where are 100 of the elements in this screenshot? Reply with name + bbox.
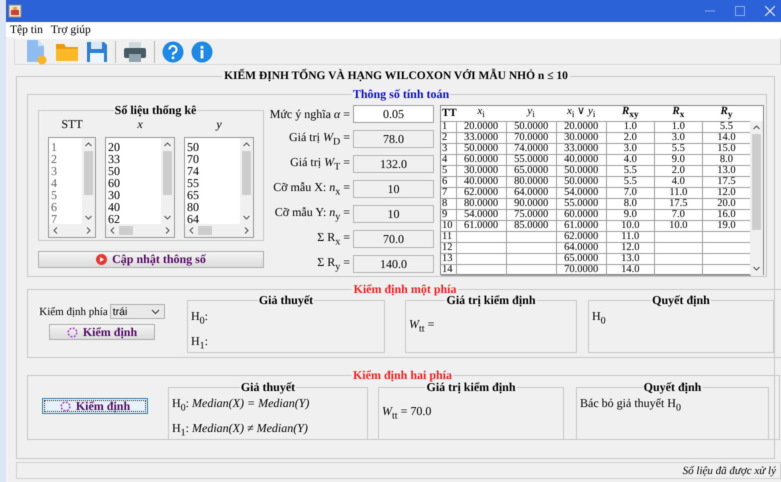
menu-item[interactable]: Tệp tin <box>10 24 43 36</box>
column-header: x <box>137 117 143 131</box>
field-label: Cỡ mẫu X: n$_{x}$ = <box>273 180 350 198</box>
app-icon <box>8 4 22 18</box>
table-cell: 5 <box>442 166 448 176</box>
box-title: Giá trị kiểm định <box>446 293 536 307</box>
column-header: y <box>216 117 222 131</box>
column-header: x$_{i}$ ∨ y$_{i}$ <box>556 106 606 122</box>
box-title: Quyết định <box>642 380 702 394</box>
table-cell: 5.5 <box>672 144 685 154</box>
field-label: Σ R$_{x}$ = <box>317 230 350 248</box>
horizontal-scrollbar[interactable] <box>106 224 174 237</box>
column-header: STT <box>61 117 83 131</box>
hypothesis-text: H$_{0}$: Median(X) = Median(Y) <box>172 396 310 416</box>
column-header: R$_{y}$ <box>702 106 750 122</box>
value-field[interactable]: 10 <box>353 180 434 198</box>
value-field[interactable]: 70.0 <box>353 230 434 248</box>
list-item[interactable]: 5 <box>51 189 82 201</box>
list-item[interactable]: 30 <box>108 189 161 201</box>
table-cell: 5.5 <box>624 178 637 186</box>
list-item[interactable]: 3 <box>51 165 82 177</box>
test-value-text: W$_{tt}$ = <box>409 317 436 334</box>
list-item[interactable]: 33 <box>108 153 161 165</box>
status-text: Số liệu đã được xử lý <box>682 464 776 476</box>
hypothesis-text: H$_{0}$: <box>191 309 210 328</box>
vertical-scrollbar[interactable] <box>240 138 253 224</box>
decision-text: H$_{0}$ <box>592 309 607 326</box>
section-title: Thông số tính toán <box>352 87 450 101</box>
test-button[interactable]: Kiểm định <box>49 324 155 340</box>
horizontal-scrollbar[interactable] <box>185 224 253 237</box>
hypothesis-text: H$_{1}$: <box>191 334 210 354</box>
value-field[interactable]: 0.05 <box>353 105 434 123</box>
column-header: x$_{i}$ <box>456 106 506 122</box>
update-button[interactable]: Cập nhật thông số <box>38 251 264 268</box>
printer-icon[interactable] <box>123 40 147 62</box>
save-icon[interactable] <box>86 40 108 62</box>
data-list[interactable]: 1 2 3 4 5 6 7 <box>48 137 96 238</box>
box-title: Giả thuyết <box>258 293 314 307</box>
value-field[interactable]: 10 <box>353 205 434 223</box>
close-icon[interactable] <box>765 6 775 16</box>
list-item[interactable]: 70 <box>187 153 240 165</box>
decision-text: Bác bỏ giả thuyết H$_{0}$ <box>580 396 682 414</box>
section-title: Kiểm định một phía <box>352 282 457 296</box>
new-document-icon[interactable] <box>24 38 48 64</box>
field-label: Kiểm định phía <box>39 306 108 318</box>
data-list[interactable]: 50 70 74 55 65 80 64 <box>184 137 254 238</box>
field-label: Mức ý nghĩa α = <box>270 106 350 122</box>
table-cell: 7 <box>442 188 448 198</box>
section-title: Kiểm định hai phía <box>352 368 454 382</box>
column-header: R$_{xy}$ <box>606 106 654 122</box>
list-item[interactable]: 80 <box>187 201 240 213</box>
list-item[interactable]: 6 <box>51 201 82 213</box>
spinner-icon <box>60 400 71 412</box>
menu-item[interactable]: Trợ giúp <box>50 24 91 36</box>
test-value-text: W$_{tt}$ = 70.0 <box>382 404 432 422</box>
list-item[interactable]: 50 <box>187 141 240 153</box>
play-icon <box>96 254 108 265</box>
list-item[interactable]: 60 <box>108 177 161 189</box>
column-header: y$_{i}$ <box>506 106 556 122</box>
side-dropdown[interactable]: trái <box>110 304 165 319</box>
table-cell: 5.5 <box>720 122 733 132</box>
test-button[interactable]: Kiểm định <box>42 398 148 414</box>
vertical-scrollbar[interactable] <box>82 138 95 224</box>
list-item[interactable]: 55 <box>187 177 240 189</box>
field-label: Σ R$_{y}$ = <box>317 255 350 273</box>
field-label: Giá trị W$_{D}$ = <box>288 130 350 148</box>
help-icon[interactable] <box>162 40 184 62</box>
vertical-scrollbar[interactable] <box>161 138 174 224</box>
column-header: R$_{x}$ <box>654 106 702 122</box>
vertical-scrollbar[interactable] <box>750 121 763 275</box>
list-item[interactable]: 50 <box>108 165 161 177</box>
list-item[interactable]: 64 <box>187 213 240 225</box>
list-item[interactable]: 40 <box>108 201 161 213</box>
field-label: Giá trị W$_{T}$ = <box>290 155 350 173</box>
list-item[interactable]: 74 <box>187 165 240 177</box>
list-item[interactable]: 7 <box>51 213 82 225</box>
column-header: TT <box>441 106 456 122</box>
value-field[interactable]: 78.0 <box>353 130 434 148</box>
value-field[interactable]: 140.0 <box>353 255 434 273</box>
info-icon[interactable] <box>191 40 213 62</box>
box-title: Giả thuyết <box>240 380 296 394</box>
horizontal-scrollbar[interactable] <box>49 224 95 237</box>
box-title: Quyết định <box>651 293 711 307</box>
value-field[interactable]: 132.0 <box>353 155 434 173</box>
list-item[interactable]: 20 <box>108 141 161 153</box>
data-list[interactable]: 20 33 50 60 30 40 62 <box>105 137 175 238</box>
maximize-icon[interactable] <box>735 6 745 16</box>
table-cell: 5.5 <box>624 166 637 176</box>
list-item[interactable]: 4 <box>51 177 82 189</box>
list-item[interactable]: 1 <box>51 141 82 153</box>
list-item[interactable]: 62 <box>108 213 161 225</box>
chevron-down-icon <box>150 308 160 314</box>
hypothesis-text: H$_{1}$: Median(X) ≠ Median(Y) <box>172 421 309 441</box>
list-item[interactable]: 65 <box>187 189 240 201</box>
box-title: Giá trị kiểm định <box>425 380 516 394</box>
field-label: Cỡ mẫu Y: n$_{y}$ = <box>274 205 350 223</box>
panel-title: KIỂM ĐỊNH TỔNG VÀ HẠNG WILCOXON VỚI MẪU NHỎ n ≤ 10 <box>223 69 569 83</box>
list-item[interactable]: 2 <box>51 153 82 165</box>
spinner-icon <box>66 326 78 338</box>
section-title: Số liệu thống kê <box>114 103 198 117</box>
